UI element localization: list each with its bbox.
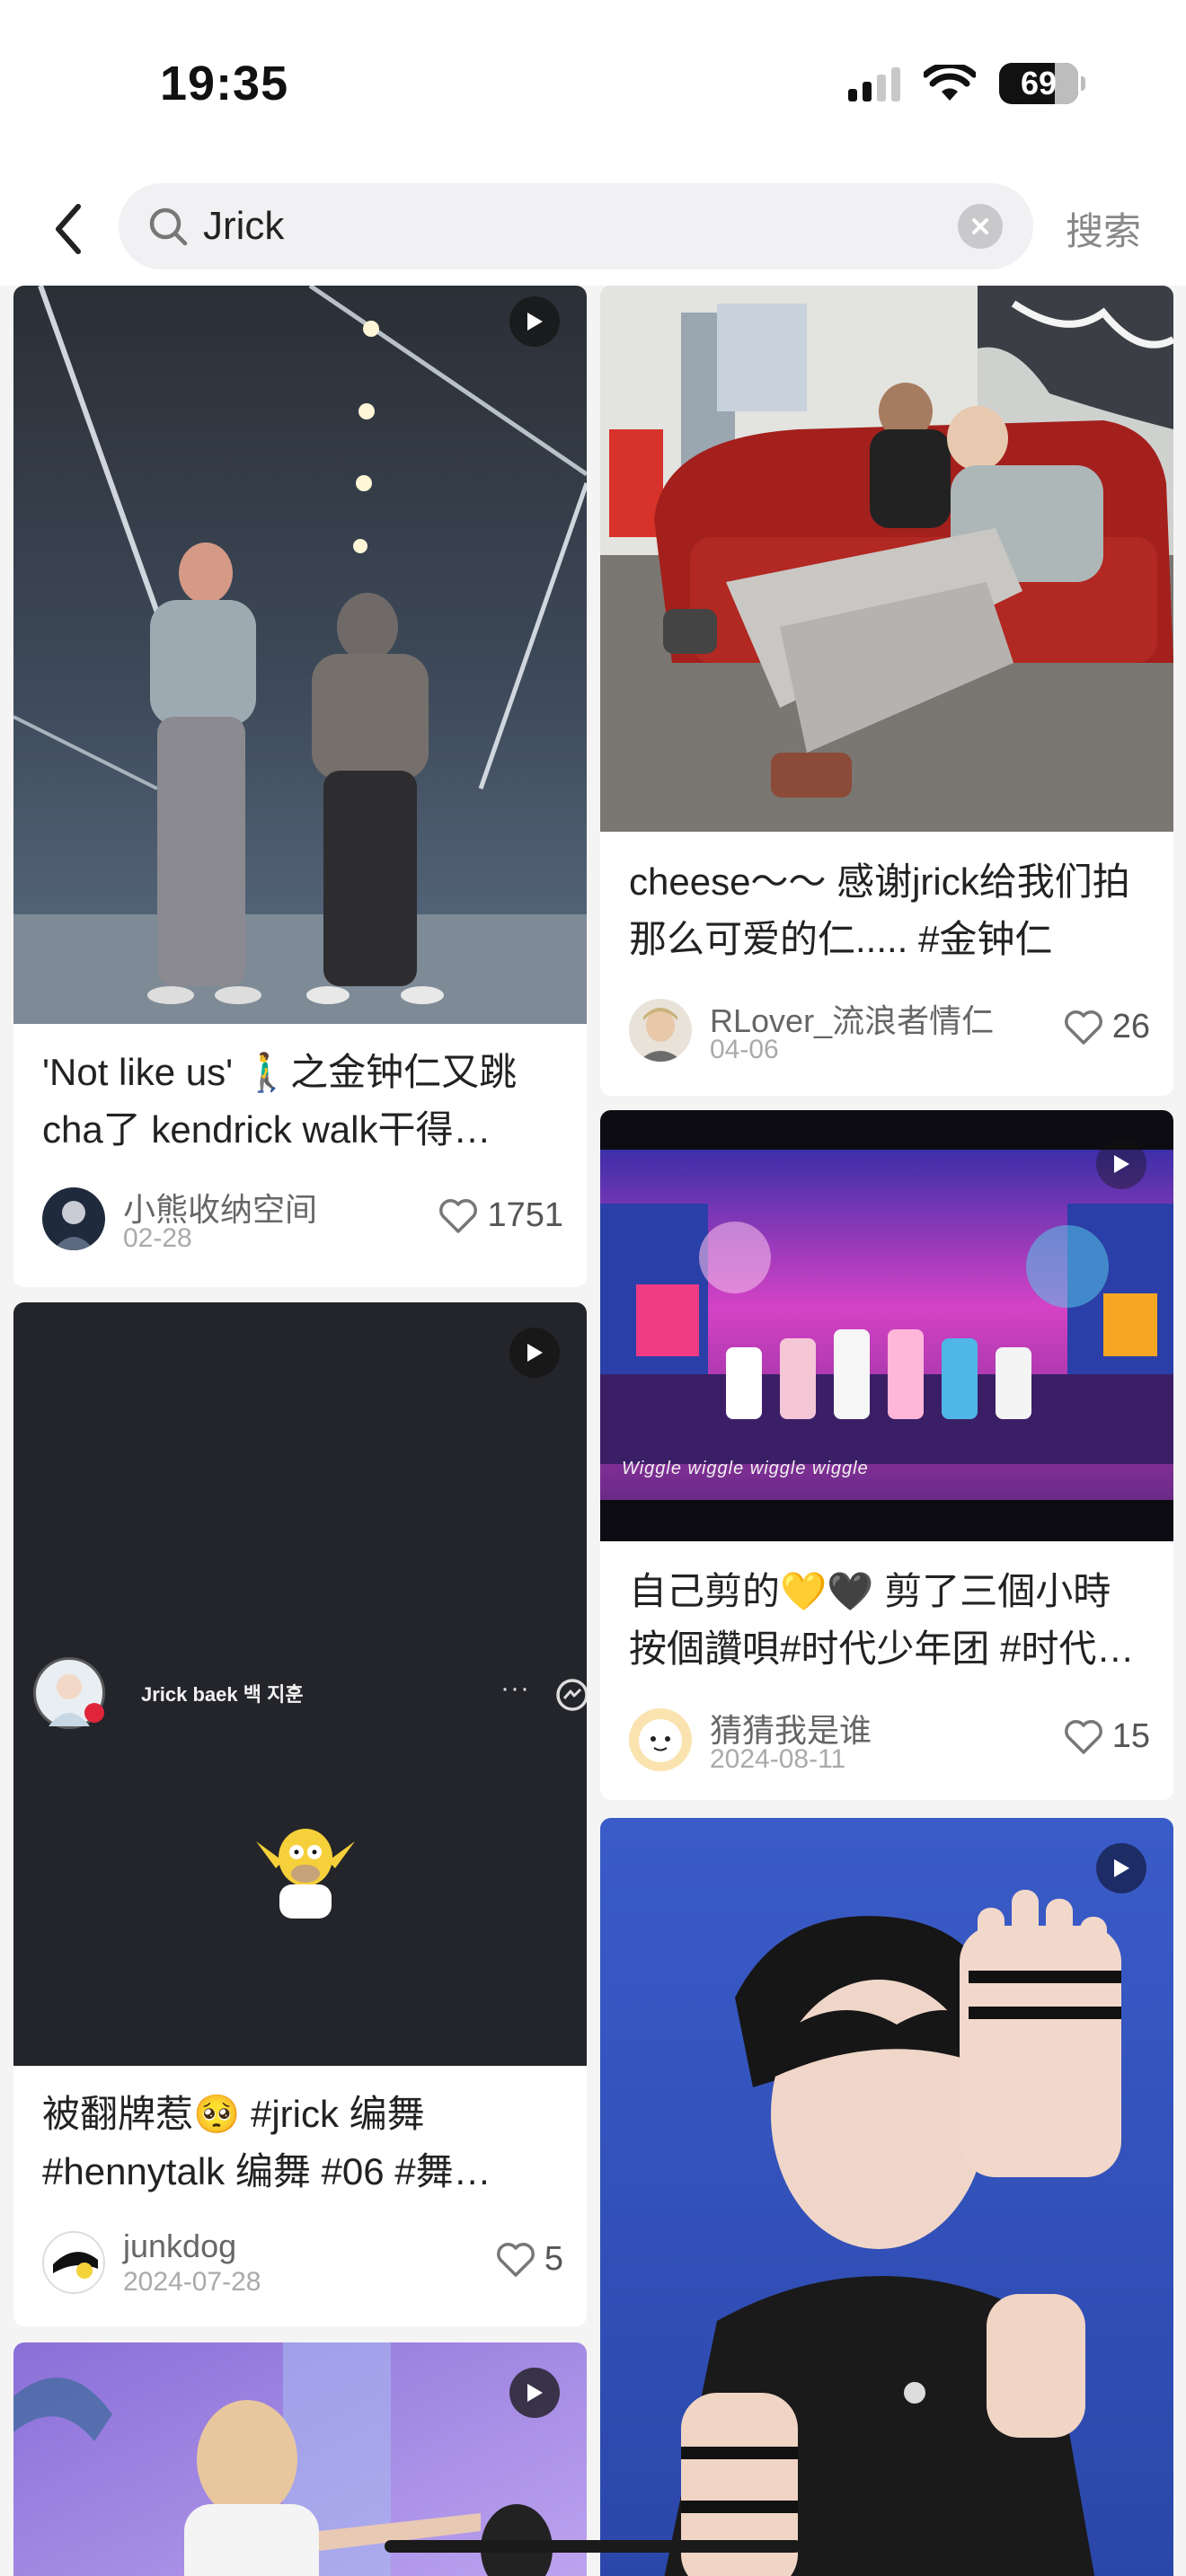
status-icons: 69 xyxy=(848,63,1085,104)
heart-icon xyxy=(496,2242,535,2277)
like-count: 1751 xyxy=(487,1196,563,1234)
search-box[interactable]: Jrick xyxy=(119,183,1033,269)
play-badge xyxy=(509,1328,560,1378)
home-indicator[interactable] xyxy=(385,2540,801,2553)
embedded-username: Jrick baek 백 지훈 xyxy=(141,1683,304,1706)
screen: 19:35 69 xyxy=(0,0,1186,2576)
video-caption: Wiggle wiggle wiggle wiggle xyxy=(622,1459,869,1478)
avatar[interactable] xyxy=(629,1708,692,1771)
play-badge xyxy=(1096,1843,1146,1893)
card-meta: RLover_流浪者情仁 04-06 26 xyxy=(629,995,1150,1067)
card-title: cheese～～ 感谢jrick给我们拍那么可爱的仁..... #金钟仁 xyxy=(629,860,1130,960)
battery-icon: 69 xyxy=(999,63,1085,104)
like-button[interactable]: 26 xyxy=(1064,1008,1150,1046)
avatar xyxy=(33,1657,105,1729)
play-icon xyxy=(1114,1155,1129,1173)
play-icon xyxy=(527,1344,543,1362)
search-header: Jrick 搜索 xyxy=(0,180,1186,286)
heart-icon xyxy=(439,1198,478,1233)
card-meta: junkdog 2024-07-28 5 xyxy=(42,2228,563,2299)
post-thumbnail[interactable] xyxy=(600,286,1173,832)
post-date: 2024-07-28 xyxy=(123,2267,261,2297)
more-icon: ··· xyxy=(500,1673,530,1703)
avatar[interactable] xyxy=(42,1187,105,1250)
card-meta: 小熊收纳空间 02-28 1751 xyxy=(42,1184,563,1256)
feed-card[interactable]: Jrick baek 백 지훈 ··· 被翻牌惹🥺 #jrick 编舞 #hen… xyxy=(13,1302,587,2326)
search-submit-button[interactable]: 搜索 xyxy=(1066,201,1141,256)
play-badge xyxy=(509,296,560,347)
like-count: 15 xyxy=(1111,1717,1150,1755)
like-button[interactable]: 5 xyxy=(496,2240,563,2279)
like-count: 5 xyxy=(544,2240,563,2278)
chevron-left-icon xyxy=(56,204,81,254)
post-date: 2024-08-11 xyxy=(710,1744,846,1774)
status-bar: 19:35 69 xyxy=(0,0,1186,180)
messenger-icon xyxy=(556,1679,587,1711)
avatar[interactable] xyxy=(629,999,692,1062)
feed-card[interactable] xyxy=(600,1818,1173,2576)
avatar[interactable] xyxy=(42,2231,105,2294)
wifi-icon xyxy=(924,65,976,101)
search-icon xyxy=(146,204,190,249)
heart-icon xyxy=(1064,1719,1102,1754)
card-title: 被翻牌惹🥺 #jrick 编舞 #hennytalk 编舞 #06 #舞… xyxy=(42,2093,491,2192)
post-date: 04-06 xyxy=(710,1035,779,1064)
battery-level: 69 xyxy=(1020,65,1058,101)
feed-card[interactable]: 'Not like us' 🚶‍♂️之金钟仁又跳cha了 kendrick wa… xyxy=(13,286,587,1287)
play-icon xyxy=(1114,1859,1129,1877)
post-thumbnail[interactable]: Wiggle wiggle wiggle wiggle xyxy=(600,1110,1173,1541)
play-icon xyxy=(527,313,543,331)
card-title: 自己剪的💛🖤 剪了三個小時按個讚唄#时代少年团 #时代… xyxy=(629,1570,1135,1670)
post-thumbnail[interactable]: Jrick baek 백 지훈 ··· xyxy=(13,1302,587,2066)
card-meta: 猜猜我是谁 2024-08-11 15 xyxy=(629,1705,1150,1777)
back-button[interactable] xyxy=(43,199,93,259)
post-date: 02-28 xyxy=(123,1223,192,1253)
post-thumbnail[interactable] xyxy=(13,286,587,1024)
heart-icon xyxy=(1064,1010,1102,1045)
cellular-signal-icon xyxy=(848,66,900,101)
post-thumbnail[interactable] xyxy=(600,1818,1173,2576)
embedded-post-header: Jrick baek 백 지훈 ··· xyxy=(33,1657,587,1729)
author-name[interactable]: junkdog xyxy=(123,2228,236,2265)
card-title: 'Not like us' 🚶‍♂️之金钟仁又跳cha了 kendrick wa… xyxy=(42,1051,518,1151)
play-icon xyxy=(527,2384,543,2402)
search-input[interactable]: Jrick xyxy=(203,204,958,249)
play-badge xyxy=(509,2368,560,2418)
close-icon xyxy=(972,218,988,234)
like-button[interactable]: 1751 xyxy=(438,1196,563,1235)
feed-card[interactable]: cheese～～ 感谢jrick给我们拍那么可爱的仁..... #金钟仁 RLo… xyxy=(600,286,1173,1096)
feed-card[interactable]: Wiggle wiggle wiggle wiggle 自己剪的💛🖤 剪了三個小… xyxy=(600,1110,1173,1800)
like-button[interactable]: 15 xyxy=(1064,1717,1150,1756)
clear-search-button[interactable] xyxy=(958,204,1003,249)
homer-sticker xyxy=(256,1829,355,1919)
like-count: 26 xyxy=(1111,1008,1150,1045)
play-badge xyxy=(1096,1139,1146,1189)
status-time: 19:35 xyxy=(160,57,289,110)
